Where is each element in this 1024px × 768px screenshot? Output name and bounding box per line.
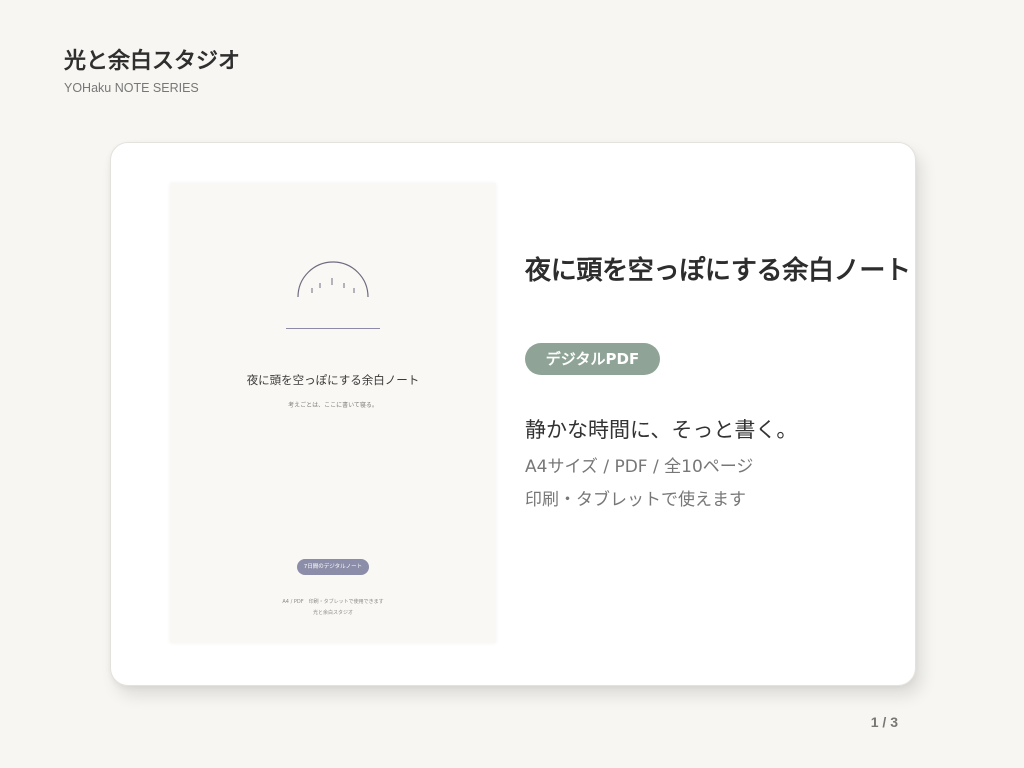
brand-subtitle: YOHaku NOTE SERIES xyxy=(64,81,199,95)
page-indicator: 1 / 3 xyxy=(870,714,898,730)
format-badge: デジタルPDF xyxy=(525,343,660,375)
moon-arc-icon xyxy=(297,261,369,298)
preview-divider xyxy=(286,328,380,329)
preview-brand: 光と余白スタジオ xyxy=(312,610,353,616)
brand-title: 光と余白スタジオ xyxy=(64,49,241,74)
product-card[interactable]: 夜に頭を空っぽにする余白ノート 考えごとは、ここに書いて寝る。 7日間のデジタル… xyxy=(110,142,916,686)
preview-title: 夜に頭を空っぽにする余白ノート xyxy=(246,373,420,387)
product-preview-image: 夜に頭を空っぽにする余白ノート 考えごとは、ここに書いて寝る。 7日間のデジタル… xyxy=(170,183,496,643)
preview-badge: 7日間のデジタルノート xyxy=(297,559,369,575)
product-title: 夜に頭を空っぽにする余白ノート xyxy=(525,256,911,286)
brand-header: 光と余白スタジオ YOHaku NOTE SERIES xyxy=(64,46,240,95)
preview-caption: 考えごとは、ここに書いて寝る。 xyxy=(288,402,378,409)
product-spec-usage: 印刷・タブレットで使えます xyxy=(525,490,746,510)
product-spec-size: A4サイズ / PDF / 全10ページ xyxy=(525,457,754,477)
preview-spec: A4 / PDF 印刷・タブレットで使用できます xyxy=(282,599,384,605)
product-tagline: 静かな時間に、そっと書く。 xyxy=(525,418,798,442)
